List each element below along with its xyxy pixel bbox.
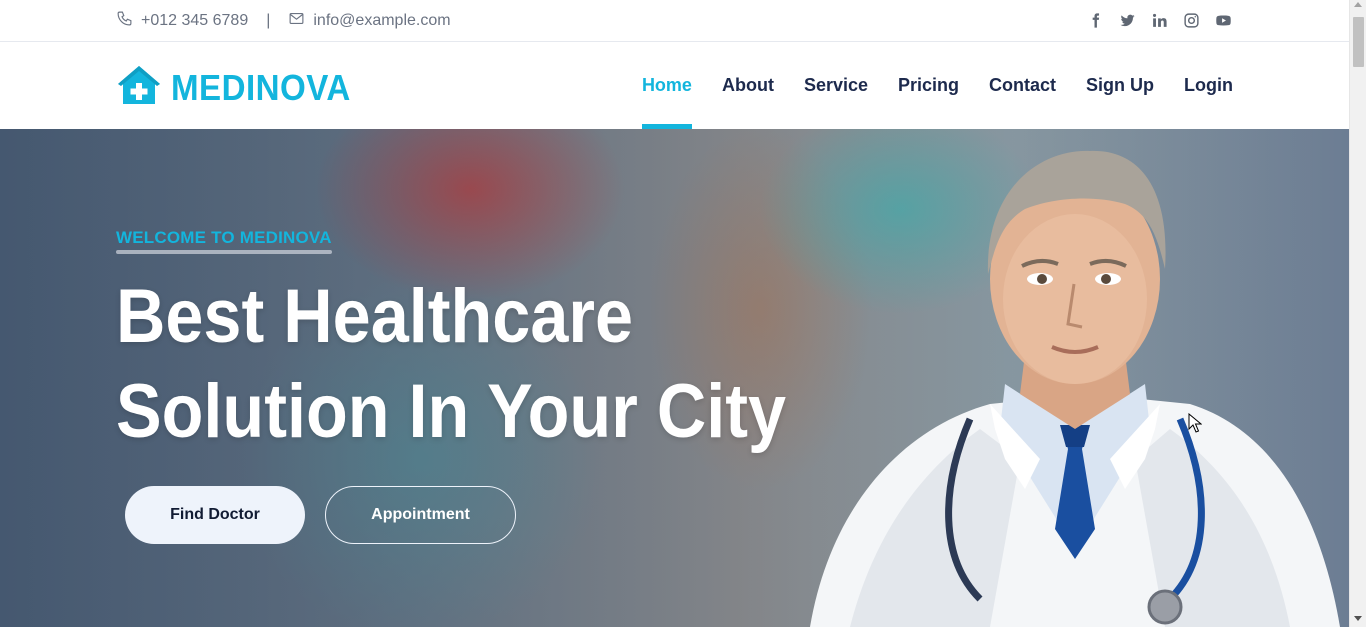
nav-item-login[interactable]: Login <box>1169 42 1233 129</box>
youtube-icon[interactable] <box>1214 11 1233 30</box>
appointment-button[interactable]: Appointment <box>325 486 516 544</box>
scroll-thumb[interactable] <box>1353 17 1364 67</box>
facebook-icon[interactable] <box>1086 11 1105 30</box>
house-medical-icon <box>116 64 162 111</box>
nav-item-about[interactable]: About <box>707 42 789 129</box>
envelope-icon <box>288 10 305 32</box>
phone-contact[interactable]: +012 345 6789 <box>116 10 248 32</box>
scroll-down-arrow-icon[interactable] <box>1354 616 1362 621</box>
contact-separator: | <box>266 11 271 29</box>
nav-menu: Home About Service Pricing Contact Sign … <box>627 42 1233 129</box>
find-doctor-button[interactable]: Find Doctor <box>125 486 305 544</box>
hero-section: WELCOME TO MEDINOVA Best Healthcare Solu… <box>0 129 1349 627</box>
nav-item-pricing[interactable]: Pricing <box>883 42 974 129</box>
nav-item-home[interactable]: Home <box>627 42 707 129</box>
scroll-up-arrow-icon[interactable] <box>1354 2 1362 7</box>
social-links <box>1086 11 1233 30</box>
hero-headline: Best Healthcare Solution In Your City <box>116 269 786 459</box>
doctor-image <box>810 150 1340 627</box>
phone-icon <box>116 10 133 32</box>
brand-name: MEDINOVA <box>171 66 351 108</box>
nav-item-contact[interactable]: Contact <box>974 42 1071 129</box>
contact-info: +012 345 6789 | info@example.com <box>116 10 451 32</box>
nav-item-sign-up[interactable]: Sign Up <box>1071 42 1169 129</box>
hero-headline-line-2: Solution In Your City <box>116 369 787 454</box>
hero-subtitle: WELCOME TO MEDINOVA <box>116 228 332 254</box>
top-bar: +012 345 6789 | info@example.com <box>0 0 1349 42</box>
brand-logo[interactable]: MEDINOVA <box>116 64 366 111</box>
mouse-cursor-icon <box>1188 413 1202 433</box>
email-address: info@example.com <box>313 11 451 29</box>
email-contact[interactable]: info@example.com <box>288 10 451 32</box>
main-navbar: MEDINOVA Home About Service Pricing Cont… <box>0 42 1349 129</box>
linkedin-icon[interactable] <box>1150 11 1169 30</box>
phone-number: +012 345 6789 <box>141 11 249 29</box>
nav-item-service[interactable]: Service <box>789 42 883 129</box>
instagram-icon[interactable] <box>1182 11 1201 30</box>
twitter-icon[interactable] <box>1118 11 1137 30</box>
hero-headline-line-1: Best Healthcare <box>116 274 634 359</box>
vertical-scrollbar[interactable] <box>1349 0 1366 627</box>
